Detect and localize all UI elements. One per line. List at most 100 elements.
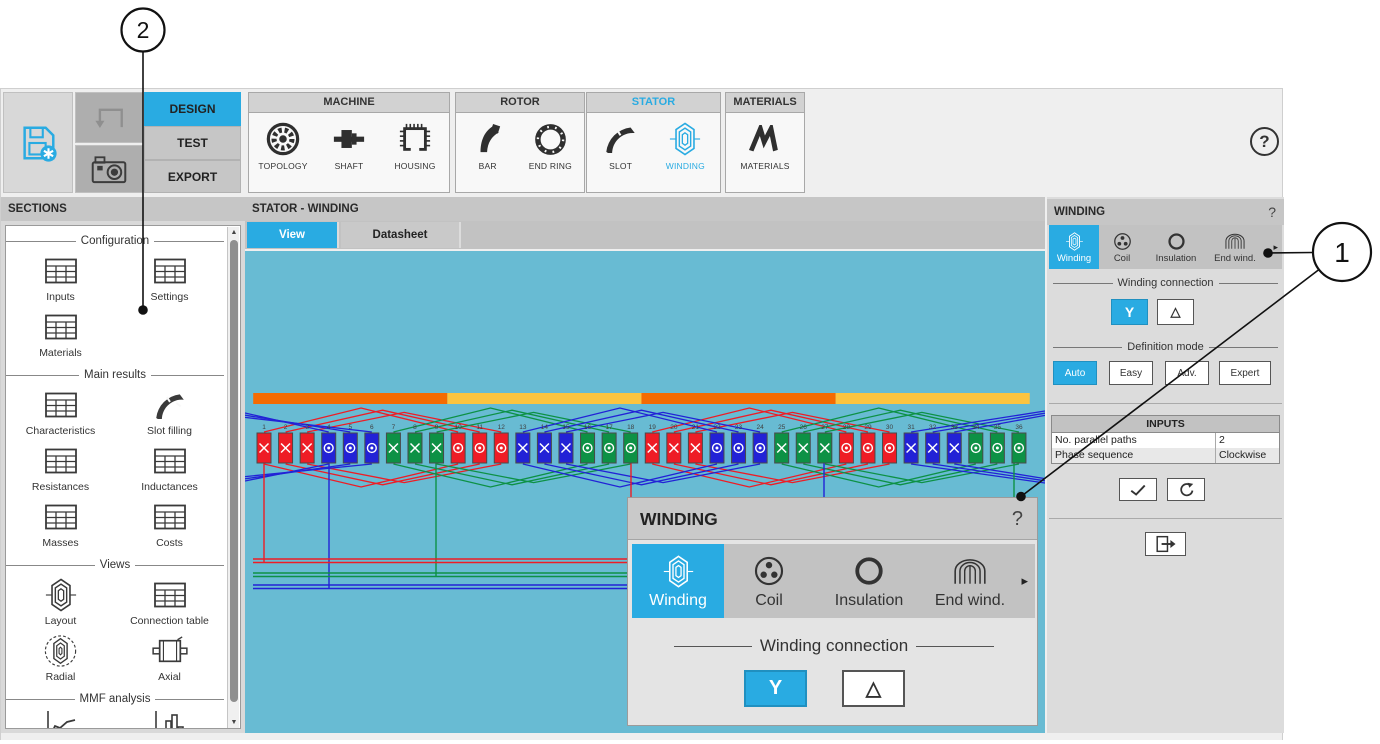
- section-item-characteristics[interactable]: Characteristics: [6, 386, 115, 442]
- restore-button[interactable]: [1167, 478, 1205, 501]
- winding-connection-separator: Winding connection: [1053, 275, 1278, 291]
- apply-button[interactable]: [1119, 478, 1157, 501]
- shaft-icon: [317, 120, 381, 158]
- tab-datasheet[interactable]: Datasheet: [341, 222, 461, 248]
- tab-coil[interactable]: Coil: [1099, 225, 1145, 269]
- export-report-button[interactable]: [1145, 532, 1186, 556]
- svg-text:18: 18: [627, 424, 635, 431]
- section-item-settings[interactable]: Settings: [115, 252, 224, 308]
- popup-tabs: Winding Coil Insulation End wind. ▸: [632, 544, 1035, 618]
- section-item-materials[interactable]: Materials: [6, 308, 115, 364]
- more-tabs-icon[interactable]: ▸: [1273, 242, 1282, 253]
- scrollbar-thumb[interactable]: [230, 240, 238, 702]
- mode-expert-button[interactable]: Expert: [1219, 361, 1271, 385]
- slot-icon: [115, 388, 224, 422]
- table-row[interactable]: Phase sequence Clockwise: [1052, 448, 1279, 463]
- ribbon-item-shaft[interactable]: SHAFT: [317, 120, 381, 171]
- svg-text:33: 33: [951, 424, 959, 431]
- section-item-axial[interactable]: Axial: [115, 632, 224, 688]
- wye-connection-button[interactable]: Y: [1111, 299, 1148, 325]
- check-icon: [1129, 483, 1147, 497]
- undo-button[interactable]: [75, 92, 143, 143]
- section-item-radial[interactable]: Radial: [6, 632, 115, 688]
- table-icon: [6, 500, 115, 534]
- popup-tab-coil[interactable]: Coil: [724, 544, 814, 618]
- svg-text:24: 24: [756, 424, 764, 431]
- sections-body: Configuration Inputs Settings Materials …: [5, 225, 241, 729]
- tab-winding[interactable]: Winding: [1049, 225, 1099, 269]
- svg-text:27: 27: [821, 424, 829, 431]
- rotor-bar-icon: [459, 120, 517, 158]
- winding-icon: [1065, 230, 1084, 252]
- section-item-inputs[interactable]: Inputs: [6, 252, 115, 308]
- scroll-down-icon[interactable]: ▼: [228, 717, 240, 729]
- table-row[interactable]: No. parallel paths 2: [1052, 433, 1279, 448]
- section-item-connection-table[interactable]: Connection table: [115, 576, 224, 632]
- winding-panel-tabs: Winding Coil Insulation End wind. ▸: [1049, 225, 1282, 269]
- delta-connection-button[interactable]: △: [1157, 299, 1194, 325]
- tab-design[interactable]: DESIGN: [144, 92, 241, 126]
- ribbon-group-stator: STATOR SLOT WINDING: [586, 92, 721, 193]
- section-item-costs[interactable]: Costs: [115, 498, 224, 554]
- section-item-mmf-harmonic[interactable]: [115, 710, 224, 729]
- ribbon-item-housing[interactable]: HOUSING: [383, 120, 447, 171]
- ribbon-item-slot[interactable]: SLOT: [591, 120, 651, 171]
- ribbon-item-materials[interactable]: MATERIALS: [730, 120, 800, 171]
- help-icon[interactable]: ?: [1250, 127, 1279, 156]
- table-icon: [6, 310, 115, 344]
- svg-text:17: 17: [606, 424, 614, 431]
- winding-panel: WINDING ? Winding Coil Insulation End wi…: [1047, 197, 1284, 733]
- svg-text:14: 14: [541, 424, 549, 431]
- svg-text:11: 11: [476, 424, 483, 431]
- popup-delta-connection-button[interactable]: △: [842, 670, 905, 707]
- tab-view[interactable]: View: [247, 222, 339, 248]
- section-item-resistances[interactable]: Resistances: [6, 442, 115, 498]
- svg-text:5: 5: [348, 424, 352, 431]
- more-tabs-icon[interactable]: ▸: [1021, 573, 1035, 589]
- section-item-inductances[interactable]: Inductances: [115, 442, 224, 498]
- ribbon-item-end-ring[interactable]: END RING: [519, 120, 581, 171]
- divider: [1049, 518, 1282, 519]
- save-button[interactable]: [3, 92, 73, 193]
- ribbon-item-winding[interactable]: WINDING: [654, 120, 716, 171]
- tab-insulation[interactable]: Insulation: [1145, 225, 1207, 269]
- popup-help-icon[interactable]: ?: [1012, 498, 1023, 540]
- winding-popup: WINDING ? Winding Coil Insulation End wi…: [627, 497, 1038, 726]
- restore-icon: [1178, 481, 1195, 498]
- section-item-slot-filling[interactable]: Slot filling: [115, 386, 224, 442]
- svg-text:9: 9: [435, 424, 439, 431]
- insulation-icon: [1167, 230, 1186, 252]
- scroll-up-icon[interactable]: ▲: [228, 227, 240, 239]
- popup-tab-insulation[interactable]: Insulation: [814, 544, 924, 618]
- svg-text:23: 23: [735, 424, 743, 431]
- section-item-masses[interactable]: Masses: [6, 498, 115, 554]
- popup-wye-connection-button[interactable]: Y: [744, 670, 807, 707]
- screenshot-button[interactable]: [75, 145, 143, 193]
- mode-auto-button[interactable]: Auto: [1053, 361, 1097, 385]
- svg-text:4: 4: [327, 424, 331, 431]
- svg-text:22: 22: [713, 424, 721, 431]
- mode-advanced-button[interactable]: Adv.: [1165, 361, 1209, 385]
- ribbon-group-machine-label: MACHINE: [249, 93, 449, 113]
- ribbon-group-stator-label: STATOR: [587, 93, 720, 113]
- svg-text:7: 7: [392, 424, 396, 431]
- svg-text:20: 20: [670, 424, 678, 431]
- tab-test[interactable]: TEST: [144, 126, 241, 160]
- ribbon-item-topology[interactable]: TOPOLOGY: [251, 120, 315, 171]
- tab-export[interactable]: EXPORT: [144, 160, 241, 193]
- sections-panel-title: SECTIONS: [1, 197, 245, 221]
- section-item-layout[interactable]: Layout: [6, 576, 115, 632]
- ribbon-item-bar[interactable]: BAR: [459, 120, 517, 171]
- section-item-mmf-spatial[interactable]: [6, 710, 115, 729]
- sections-scrollbar[interactable]: ▲ ▼: [227, 227, 239, 729]
- mode-easy-button[interactable]: Easy: [1109, 361, 1153, 385]
- end-ring-icon: [519, 120, 581, 158]
- insulation-icon: [853, 552, 885, 590]
- panel-help-icon[interactable]: ?: [1268, 199, 1276, 225]
- line-chart-icon: [6, 712, 115, 729]
- tab-end-winding[interactable]: End wind.: [1207, 225, 1263, 269]
- inputs-table-title: INPUTS: [1052, 416, 1279, 433]
- popup-tab-end-winding[interactable]: End wind.: [924, 544, 1016, 618]
- popup-tab-winding[interactable]: Winding: [632, 544, 724, 618]
- svg-text:16: 16: [584, 424, 592, 431]
